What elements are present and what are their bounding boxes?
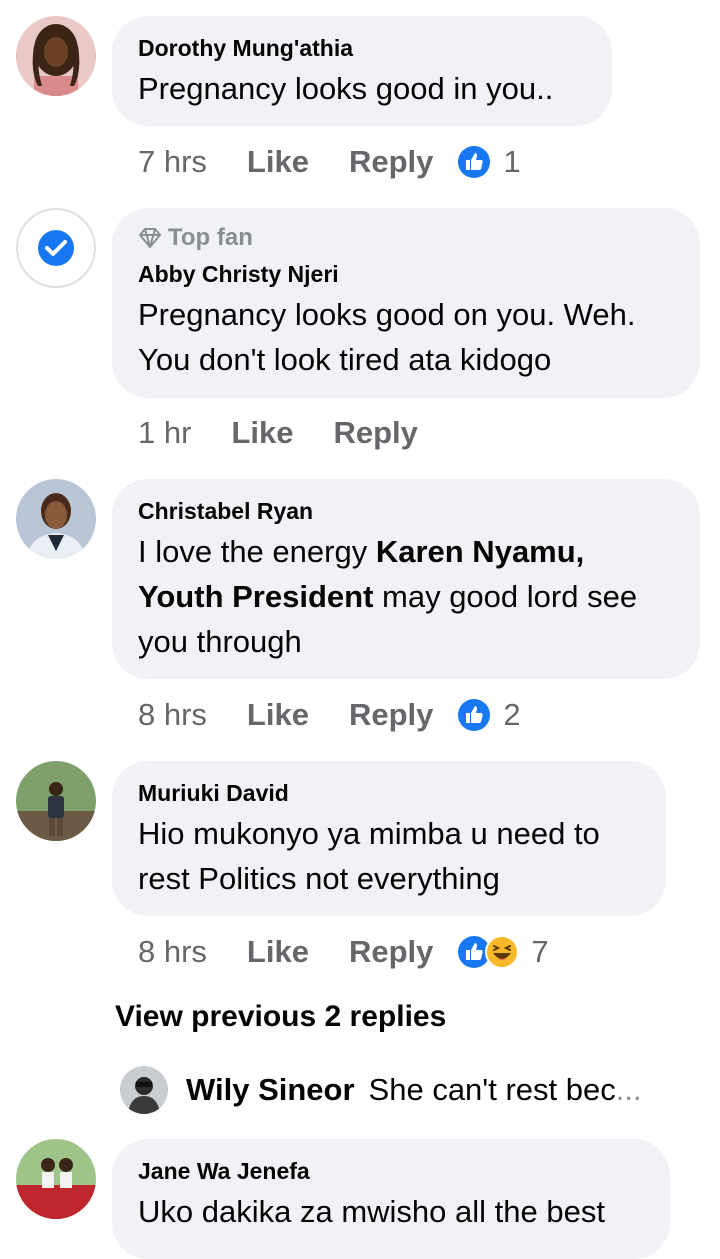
avatar[interactable] — [16, 1139, 96, 1219]
like-button[interactable]: Like — [231, 415, 293, 451]
comment-author[interactable]: Muriuki David — [138, 779, 640, 807]
avatar[interactable] — [16, 479, 96, 559]
badge-label: Top fan — [168, 224, 253, 251]
reaction-count: 1 — [503, 144, 521, 179]
like-button[interactable]: Like — [247, 934, 309, 970]
reactions-summary[interactable]: 7 — [457, 934, 549, 970]
comment-author[interactable]: Jane Wa Jenefa — [138, 1157, 644, 1185]
reactions-summary[interactable]: 1 — [457, 144, 521, 180]
comment-actions: 8 hrs Like Reply 7 — [138, 932, 549, 972]
comment-text: Pregnancy looks good in you.. — [138, 71, 554, 106]
avatar[interactable] — [16, 761, 96, 841]
verified-check-icon — [38, 230, 74, 266]
haha-icon — [485, 935, 520, 969]
avatar[interactable] — [16, 208, 96, 288]
comment-text-line: You don't look tired ata kidogo — [138, 342, 552, 377]
comment-text-line: you through — [138, 624, 302, 659]
comment-time[interactable]: 7 hrs — [138, 144, 207, 180]
comment-time[interactable]: 8 hrs — [138, 697, 207, 733]
like-button[interactable]: Like — [247, 144, 309, 180]
comment-actions: 1 hr Like Reply — [138, 413, 418, 453]
mention-link[interactable]: Karen Nyamu, — [376, 534, 584, 569]
comment-actions: 8 hrs Like Reply 2 — [138, 695, 521, 735]
comment-text: Pregnancy looks good on you. Weh. You do… — [138, 292, 674, 382]
reaction-count: 2 — [503, 697, 521, 732]
comment-text: Uko dakika za mwisho all the best — [138, 1194, 605, 1229]
comment-time[interactable]: 1 hr — [138, 415, 191, 451]
comment-bubble: Muriuki David Hio mukonyo ya mimba u nee… — [112, 761, 666, 916]
avatar-photo — [16, 761, 96, 841]
reply-author[interactable]: Wily Sineor — [186, 1072, 355, 1108]
comment-author[interactable]: Abby Christy Njeri — [138, 260, 674, 288]
comment-text: Hio mukonyo ya mimba u need to rest Poli… — [138, 811, 640, 901]
comment-author[interactable]: Dorothy Mung'athia — [138, 34, 586, 62]
like-icon — [458, 699, 491, 731]
view-previous-replies-link[interactable]: View previous 2 replies — [115, 1000, 446, 1034]
comment-actions: 7 hrs Like Reply 1 — [138, 142, 521, 182]
avatar-photo — [16, 479, 96, 559]
avatar-photo — [16, 16, 96, 96]
reply-button[interactable]: Reply — [333, 415, 417, 451]
reply-button[interactable]: Reply — [349, 144, 433, 180]
reply-button[interactable]: Reply — [349, 697, 433, 733]
like-icon — [458, 146, 491, 178]
comment-text-line: Pregnancy looks good on you. Weh. — [138, 297, 636, 332]
reply-preview[interactable]: Wily Sineor She can't rest bec... — [120, 1066, 642, 1114]
comment-text-line: Hio mukonyo ya mimba u need to — [138, 816, 600, 851]
comment-text-segment: may good lord see — [373, 579, 638, 614]
mention-link[interactable]: Youth President — [138, 579, 373, 614]
comment-bubble: Dorothy Mung'athia Pregnancy looks good … — [112, 16, 612, 126]
comment-text: I love the energy Karen Nyamu, Youth Pre… — [138, 529, 674, 664]
reaction-count: 7 — [531, 934, 549, 969]
avatar-photo — [120, 1066, 168, 1114]
comment-bubble: Christabel Ryan I love the energy Karen … — [112, 479, 700, 679]
reactions-summary[interactable]: 2 — [457, 697, 521, 733]
comment-text-line: I love the energy Karen Nyamu, — [138, 529, 674, 574]
like-button[interactable]: Like — [247, 697, 309, 733]
comment-time[interactable]: 8 hrs — [138, 934, 207, 970]
avatar[interactable] — [16, 16, 96, 96]
diamond-icon — [139, 228, 161, 248]
top-fan-badge: Top fan — [138, 224, 674, 252]
avatar — [120, 1066, 168, 1114]
comment-bubble: Top fan Abby Christy Njeri Pregnancy loo… — [112, 208, 700, 398]
comment-text-line: rest Politics not everything — [138, 861, 500, 896]
avatar-photo — [16, 1139, 96, 1219]
comment-text-line: Youth President may good lord see — [138, 574, 674, 619]
reply-text: She can't rest bec — [368, 1072, 616, 1107]
comment-author[interactable]: Christabel Ryan — [138, 497, 674, 525]
comment-text-segment: I love the energy — [138, 534, 376, 569]
comment-bubble: Jane Wa Jenefa Uko dakika za mwisho all … — [112, 1139, 670, 1259]
reply-button[interactable]: Reply — [349, 934, 433, 970]
reply-ellipsis: ... — [615, 1072, 642, 1107]
